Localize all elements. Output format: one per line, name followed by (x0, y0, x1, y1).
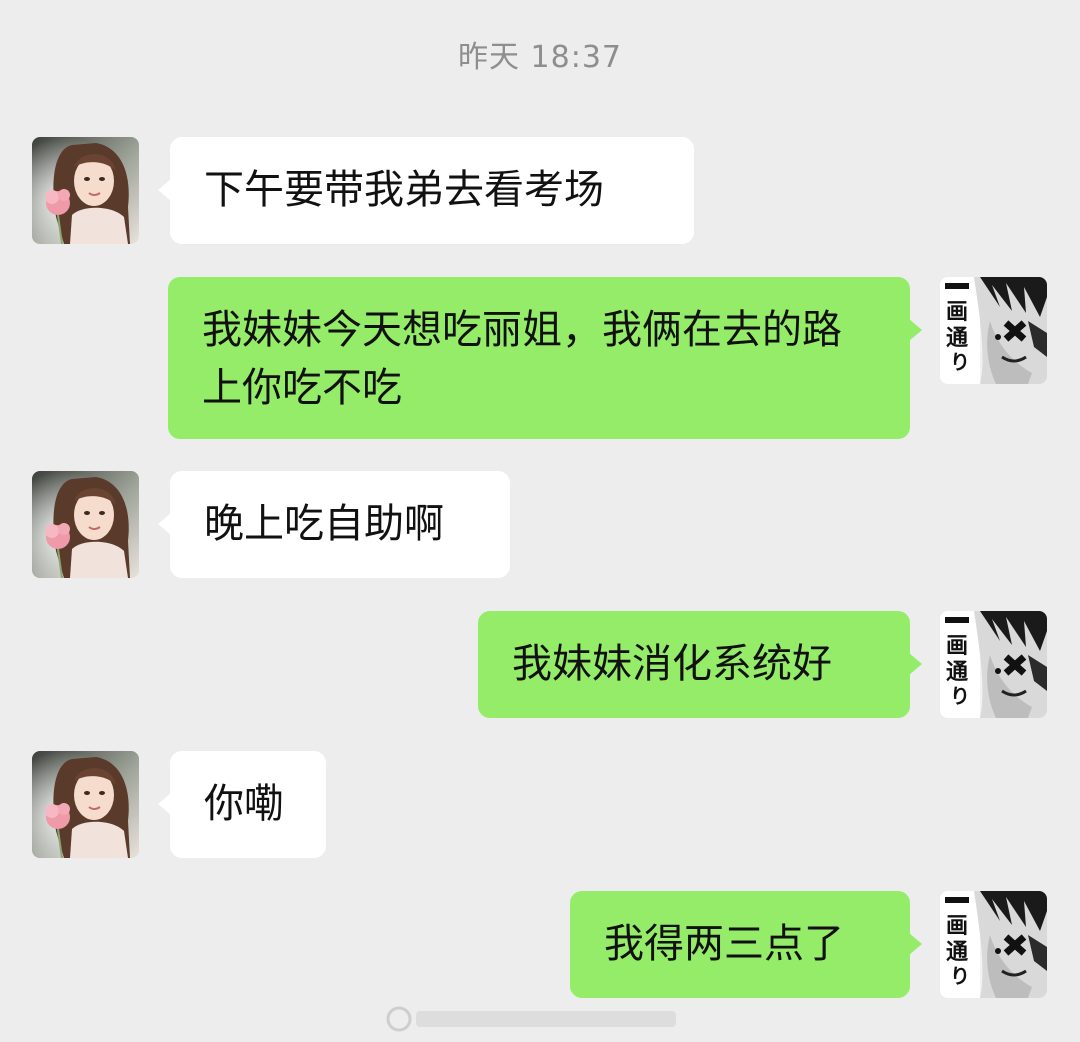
message-text: 下午要带我弟去看考场 (204, 167, 604, 213)
contact-avatar[interactable] (32, 471, 139, 578)
outgoing-message-bubble[interactable]: 我妹妹消化系统好 (478, 611, 922, 718)
incoming-message-bubble[interactable]: 下午要带我弟去看考场 (158, 137, 694, 244)
contact-avatar[interactable] (32, 137, 139, 244)
self-avatar[interactable] (940, 891, 1047, 998)
self-avatar[interactable] (940, 277, 1047, 384)
self-avatar[interactable] (940, 611, 1047, 718)
message-text: 我妹妹今天想吃丽姐，我俩在去的路上你吃不吃 (202, 307, 842, 411)
message-timestamp: 昨天 18:37 (458, 40, 622, 75)
message-text: 我妹妹消化系统好 (512, 641, 832, 687)
incoming-message-bubble[interactable]: 你嘞 (158, 751, 326, 858)
message-text: 晚上吃自助啊 (204, 501, 444, 547)
watermark (386, 1006, 676, 1032)
message-text: 你嘞 (204, 781, 284, 827)
message-text: 我得两三点了 (604, 921, 844, 967)
contact-avatar[interactable] (32, 751, 139, 858)
incoming-message-bubble[interactable]: 晚上吃自助啊 (158, 471, 510, 578)
outgoing-message-bubble[interactable]: 我得两三点了 (570, 891, 922, 998)
outgoing-message-bubble[interactable]: 我妹妹今天想吃丽姐，我俩在去的路上你吃不吃 (168, 277, 922, 439)
